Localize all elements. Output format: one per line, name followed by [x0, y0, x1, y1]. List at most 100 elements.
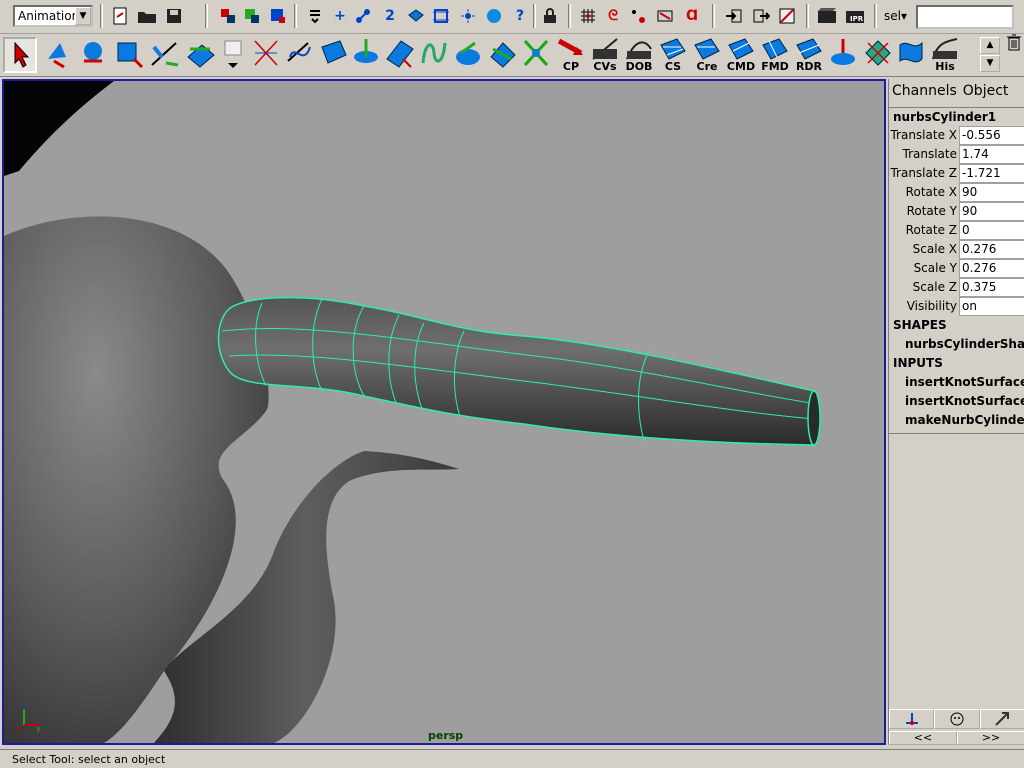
nav-back-button[interactable]: << — [889, 731, 957, 745]
shelf-cre-button[interactable]: Cre — [691, 37, 723, 73]
ipr-render-icon[interactable]: IPR — [845, 6, 865, 26]
channel-value[interactable]: 0.375 — [959, 278, 1024, 297]
trash-icon[interactable] — [1006, 33, 1024, 53]
output-ops-icon[interactable] — [751, 6, 771, 26]
filter-menu-icon[interactable] — [305, 6, 325, 26]
nav-forward-button[interactable]: >> — [957, 731, 1024, 745]
make-live-icon[interactable]: Ɑ — [682, 6, 702, 26]
select-misc-icon[interactable]: ? — [510, 6, 530, 26]
input-node-item[interactable]: insertKnotSurface — [905, 375, 1024, 389]
select-dynamics-icon[interactable] — [458, 6, 478, 26]
bevel-surface-icon[interactable] — [486, 37, 518, 73]
shelf-cs-button[interactable]: CS — [657, 37, 689, 73]
planar-surface-icon[interactable] — [452, 37, 484, 73]
channel-row[interactable]: Scale X 0.276 — [889, 240, 1024, 259]
channel-row[interactable]: Scale Z 0.375 — [889, 278, 1024, 297]
select-tool-icon[interactable] — [3, 37, 37, 73]
channel-value[interactable]: on — [959, 297, 1024, 316]
save-scene-icon[interactable] — [164, 6, 184, 26]
channel-row[interactable]: Rotate Z0 — [889, 221, 1024, 240]
ik-handle-icon[interactable] — [520, 37, 552, 73]
shelf-flag-icon[interactable] — [895, 37, 927, 73]
channel-row[interactable]: Scale Y 0.276 — [889, 259, 1024, 278]
select-joints-icon[interactable] — [353, 6, 373, 26]
channel-value[interactable]: 90 — [959, 183, 1024, 202]
tab-object[interactable]: Object — [963, 83, 1009, 99]
channel-value[interactable]: -1.721 — [959, 164, 1024, 183]
channel-row[interactable]: Rotate Y 90 — [889, 202, 1024, 221]
channel-row[interactable]: Translate 1.74 — [889, 145, 1024, 164]
select-surfaces-icon[interactable] — [406, 6, 426, 26]
shelf-his-button[interactable]: His — [929, 37, 961, 73]
perspective-viewport[interactable]: x y z persp — [2, 79, 886, 745]
select-object-icon[interactable] — [242, 6, 262, 26]
channel-value[interactable]: -0.556 — [959, 126, 1024, 145]
rotate-tool-icon[interactable] — [112, 37, 146, 73]
channel-row[interactable]: Rotate X 90 — [889, 183, 1024, 202]
snap-grid-icon[interactable] — [578, 6, 598, 26]
shelf-green-mesh-icon[interactable] — [861, 37, 893, 73]
channel-value[interactable]: 0.276 — [959, 259, 1024, 278]
scale-tool-icon[interactable] — [148, 37, 182, 73]
smiley-icon[interactable] — [934, 709, 980, 729]
channel-value[interactable]: 0.276 — [959, 240, 1024, 259]
tab-channels[interactable]: Channels — [892, 83, 957, 99]
shelf-fmd-button[interactable]: FMD — [759, 37, 791, 73]
select-handles-icon[interactable]: + — [330, 6, 350, 26]
open-scene-icon[interactable] — [137, 6, 157, 26]
channel-label: Scale Z — [912, 280, 957, 294]
select-component-icon[interactable] — [268, 6, 288, 26]
snap-point-icon[interactable] — [628, 6, 648, 26]
new-scene-icon[interactable] — [110, 6, 130, 26]
chevron-down-icon[interactable]: ▼ — [75, 7, 91, 25]
input-node-item[interactable]: insertKnotSurface — [905, 394, 1024, 408]
shelf-dob-button[interactable]: DOB — [623, 37, 655, 73]
construction-history-icon[interactable] — [777, 6, 797, 26]
shape-node-item[interactable]: nurbsCylinderSha — [905, 337, 1024, 351]
select-curves-icon[interactable]: 2 — [380, 6, 400, 26]
separator — [874, 4, 877, 28]
select-deformations-icon[interactable] — [431, 6, 451, 26]
shelf-scroll-up-button[interactable]: ▲ — [980, 37, 1000, 54]
nurbs-cylinder[interactable] — [217, 296, 821, 446]
show-manipulator-icon[interactable] — [184, 37, 218, 73]
lasso-tool-icon[interactable] — [40, 37, 74, 73]
select-by-name-input[interactable] — [916, 5, 1014, 29]
extrude-surface-icon[interactable] — [317, 37, 349, 73]
dark-shape — [4, 81, 114, 176]
select-rendering-icon[interactable] — [484, 6, 504, 26]
channel-value[interactable]: 1.74 — [959, 145, 1024, 164]
channel-row[interactable]: Translate Z -1.721 — [889, 164, 1024, 183]
shelf-cvs-button[interactable]: CVs — [589, 37, 621, 73]
select-hierarchy-icon[interactable] — [218, 6, 238, 26]
mode-select[interactable]: Animation ▼ — [13, 5, 93, 27]
revolve-surface-icon[interactable] — [350, 37, 382, 73]
render-frame-icon[interactable] — [817, 6, 837, 26]
input-node-item[interactable]: makeNurbCylinder — [905, 413, 1024, 427]
loft-surface-icon[interactable] — [384, 37, 416, 73]
snap-view-plane-icon[interactable] — [655, 6, 675, 26]
channel-box: Channels Object nurbsCylinder1 Translate … — [888, 79, 1024, 745]
shelf-blue-shape-icon[interactable] — [827, 37, 859, 73]
channel-row[interactable]: Translate X -0.556 — [889, 126, 1024, 145]
shelf-rdr-button[interactable]: RDR — [793, 37, 825, 73]
last-tool-icon[interactable] — [220, 37, 248, 73]
curve-on-surface-icon[interactable] — [283, 37, 315, 73]
input-ops-icon[interactable] — [724, 6, 744, 26]
move-tool-icon[interactable] — [76, 37, 110, 73]
object-name[interactable]: nurbsCylinder1 — [889, 107, 1024, 125]
status-line: Animation ▼ + 2 ? ᘓ Ɑ IPR sel▾ — [0, 0, 1024, 34]
move-axes-icon[interactable] — [889, 709, 935, 729]
separator — [100, 4, 103, 28]
nurbs-curve-tools-icon[interactable] — [250, 37, 282, 73]
lock-selection-icon[interactable] — [540, 6, 560, 26]
shelf-cp-button[interactable]: CP — [555, 37, 587, 73]
channel-value[interactable]: 90 — [959, 202, 1024, 221]
snap-curve-icon[interactable]: ᘓ — [603, 6, 623, 26]
channel-value[interactable]: 0 — [959, 221, 1024, 240]
shelf-cmd-button[interactable]: CMD — [725, 37, 757, 73]
arrow-tool-icon[interactable] — [979, 709, 1024, 729]
ep-curve-icon[interactable] — [418, 37, 450, 73]
shelf-scroll-down-button[interactable]: ▼ — [980, 55, 1000, 72]
channel-row[interactable]: Visibility on — [889, 297, 1024, 316]
